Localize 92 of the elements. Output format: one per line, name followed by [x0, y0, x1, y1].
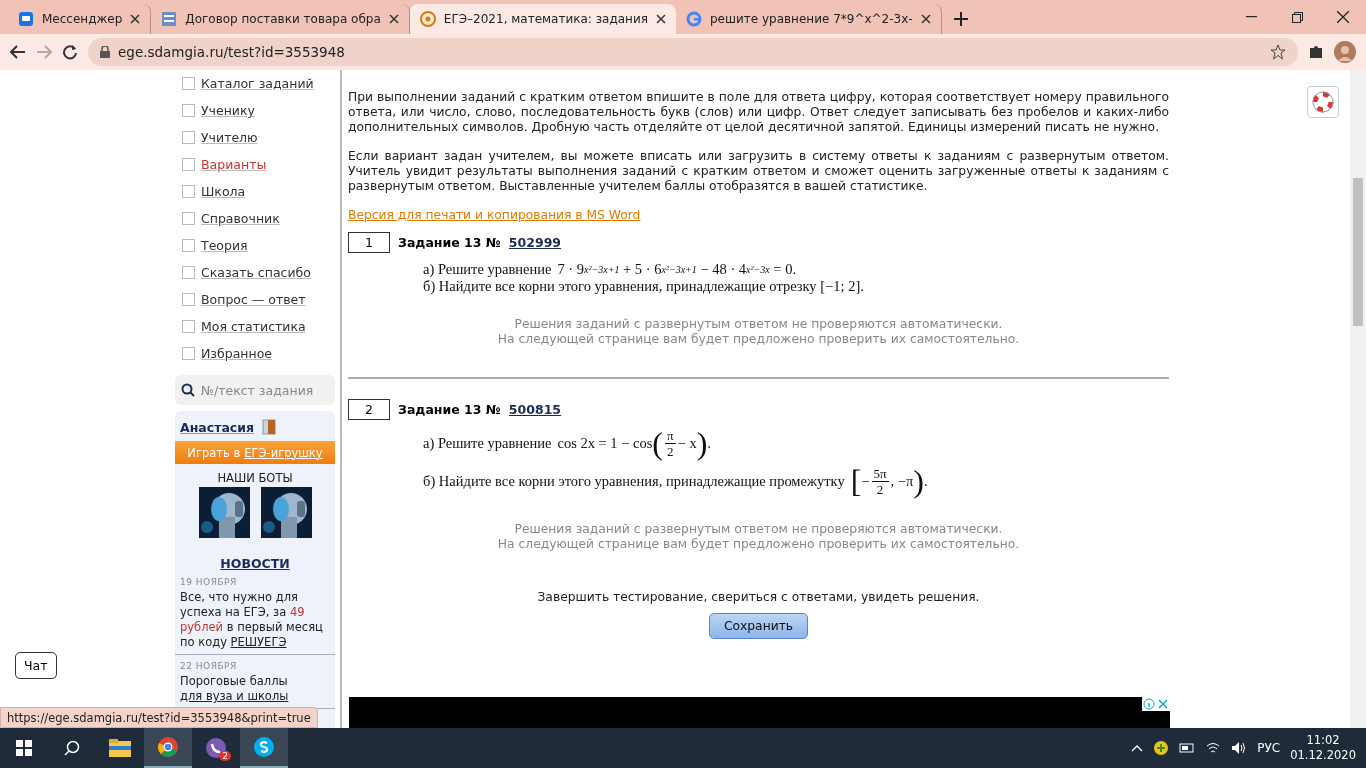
checkbox[interactable]: [182, 185, 195, 198]
task-title: Задание 13 №: [398, 402, 501, 417]
menu-link[interactable]: Каталог заданий: [201, 76, 314, 91]
note-text: На следующей странице вам будет предложено проверить их самостоятельно.: [496, 537, 1021, 552]
puzzle-icon[interactable]: [1308, 44, 1324, 60]
task-title: Задание 13 №: [398, 235, 501, 250]
speaker-icon[interactable]: [1231, 741, 1248, 755]
checkbox[interactable]: [182, 320, 195, 333]
checkbox[interactable]: [182, 158, 195, 171]
game-label: Играть в: [187, 445, 241, 460]
task-id-link[interactable]: 502999: [508, 235, 562, 250]
lifebuoy-icon: [1312, 91, 1334, 113]
news-link[interactable]: РЕШУЕГЭ: [230, 635, 287, 649]
help-button[interactable]: [1307, 86, 1339, 118]
battery-icon[interactable]: [1179, 742, 1196, 754]
google-icon: [685, 11, 702, 27]
reload-icon[interactable]: [62, 44, 78, 60]
checkbox[interactable]: [182, 77, 195, 90]
close-icon[interactable]: [1337, 11, 1349, 23]
back-icon[interactable]: [10, 45, 26, 59]
checkbox[interactable]: [182, 293, 195, 306]
document-icon: [161, 11, 178, 27]
star-icon[interactable]: [1270, 44, 1286, 60]
menu-link[interactable]: Справочник: [201, 211, 280, 226]
news-date: 19 НОЯБРЯ: [180, 577, 238, 587]
minimize-icon[interactable]: [1245, 16, 1257, 18]
menu-link[interactable]: Варианты: [201, 157, 267, 172]
close-icon[interactable]: [130, 14, 141, 24]
language-indicator[interactable]: РУС: [1257, 741, 1281, 755]
note-text: Решения заданий с развернутым ответом не проверяются автоматически.: [513, 522, 1004, 537]
menu-link[interactable]: Вопрос — ответ: [201, 292, 306, 307]
news-text: Пороговые баллы для вуза и школы: [180, 674, 290, 704]
menu-link[interactable]: Избранное: [201, 346, 272, 361]
skype-icon[interactable]: [253, 736, 275, 758]
door-icon[interactable]: [262, 419, 277, 435]
menu-link[interactable]: Моя статистика: [201, 319, 306, 334]
new-tab-icon[interactable]: [953, 12, 968, 26]
address-bar[interactable]: ege.sdamgia.ru/test?id=3553948: [88, 38, 1298, 66]
menu-link[interactable]: Школа: [201, 184, 246, 199]
task-text: а) Решите уравнение: [423, 261, 552, 278]
section-title: НАШИ БОТЫ: [216, 471, 294, 485]
checkbox[interactable]: [182, 104, 195, 117]
instructions-text: Если вариант задан учителем, вы можете вписать или загрузить в систему ответы к заданиям с развернутым ответом. Учитель увидит результаты выполнения заданий с кратким ответом и сможет оценить загруженные ответы к заданиям с развернутым ответом. Выставленные учителем баллы отобразятся в вашей статистике.: [348, 149, 1169, 194]
wifi-icon[interactable]: [1205, 741, 1222, 755]
chat-icon: [18, 11, 34, 27]
avatar-icon[interactable]: [1334, 41, 1356, 63]
save-button[interactable]: Сохранить: [708, 613, 809, 639]
checkbox[interactable]: [182, 266, 195, 279]
search-icon: [181, 383, 195, 397]
checkbox[interactable]: [182, 212, 195, 225]
task-id-link[interactable]: 500815: [508, 402, 562, 417]
news-text: Все, что нужно для успеха на ЕГЭ, за 49 рублей в первый месяц по коду РЕШУЕГЭ: [180, 590, 324, 650]
lock-icon: [100, 46, 110, 58]
chat-button[interactable]: Чат: [15, 652, 57, 679]
search-field[interactable]: №/текст задания: [175, 375, 335, 405]
menu-link[interactable]: Учителю: [201, 130, 258, 145]
phone-bubble-icon[interactable]: [205, 737, 227, 759]
browser-tab[interactable]: ЕГЭ–2021, математика: задания: [409, 4, 676, 34]
folder-icon[interactable]: [109, 739, 131, 757]
chrome-icon[interactable]: [157, 736, 179, 758]
task-text: а) Решите уравнение: [423, 434, 552, 452]
news-date: 22 НОЯБРЯ: [180, 661, 238, 671]
menu-link[interactable]: Ученику: [201, 103, 255, 118]
user-link[interactable]: Анастасия: [180, 419, 255, 435]
checkbox[interactable]: [182, 131, 195, 144]
news-link[interactable]: для вуза и школы: [180, 689, 289, 703]
plus-circle-icon[interactable]: [1153, 740, 1170, 756]
windows-icon[interactable]: [16, 740, 32, 756]
close-icon[interactable]: [655, 14, 666, 24]
close-icon[interactable]: [920, 14, 931, 24]
finish-text: Завершить тестирование, свериться с ответами, увидеть решения.: [536, 590, 981, 604]
note-text: На следующей странице вам будет предложено проверить их самостоятельно.: [496, 332, 1021, 347]
search-icon[interactable]: [64, 740, 80, 756]
task-number: 2: [348, 399, 390, 420]
restore-icon[interactable]: [1291, 11, 1303, 23]
task-number: 1: [348, 232, 390, 253]
status-url: https://ege.sdamgia.ru/test?id=3553948&print=true: [0, 707, 318, 728]
sun-icon: [419, 11, 436, 27]
note-text: Решения заданий с развернутым ответом не проверяются автоматически.: [513, 317, 1004, 332]
checkbox[interactable]: [182, 347, 195, 360]
badge: 2: [219, 751, 231, 761]
task-text: б) Найдите все корни этого уравнения, принадлежащие отрезку [−1; 2].: [423, 278, 864, 295]
news-heading-link[interactable]: НОВОСТИ: [220, 556, 290, 571]
instructions-text: При выполнении заданий с кратким ответом впишите в поле для ответа цифру, которая соответствует номеру правильного ответа, или число, слово, последовательность букв (слов) или цифр. Ответ следует записывать без пробелов и каких-либо дополнительных символов. Дробную часть отделяйте от целой десятичной запятой. Единицы измерений писать не нужно.: [348, 90, 1169, 135]
task-text: б) Найдите все корни этого уравнения, принадлежащие промежутку: [423, 472, 845, 490]
clock[interactable]: 11:02 01.12.2020: [1290, 733, 1356, 763]
scrollbar[interactable]: [1350, 70, 1366, 728]
menu-link[interactable]: Сказать спасибо: [201, 265, 311, 280]
chevron-icon[interactable]: [1131, 744, 1144, 752]
close-icon[interactable]: [388, 14, 399, 24]
checkbox[interactable]: [182, 239, 195, 252]
menu-link[interactable]: Теория: [201, 238, 248, 253]
